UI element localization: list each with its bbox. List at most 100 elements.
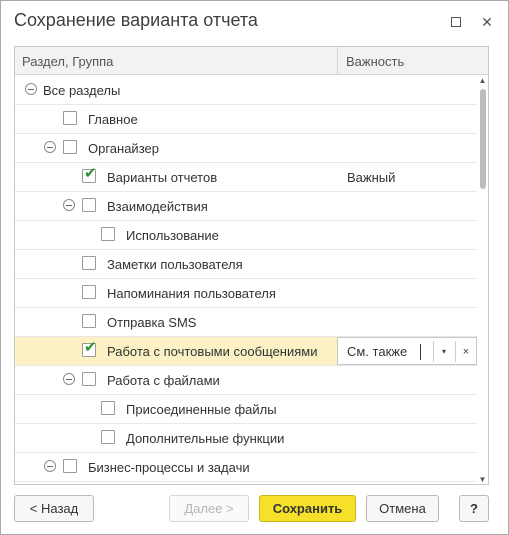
back-button[interactable]: < Назад bbox=[14, 495, 94, 522]
importance-cell[interactable]: Важный bbox=[337, 163, 477, 191]
next-button[interactable]: Далее > bbox=[169, 495, 249, 522]
section-cell[interactable]: ✔ Варианты отчетов bbox=[15, 163, 337, 191]
vertical-scrollbar[interactable]: ▲ ▼ bbox=[477, 75, 488, 484]
section-cell[interactable]: Взаимодействия bbox=[15, 192, 337, 220]
importance-cell[interactable] bbox=[337, 366, 477, 394]
section-cell[interactable]: ✔ Работа с почтовыми сообщениями bbox=[15, 337, 337, 365]
importance-cell[interactable] bbox=[337, 453, 477, 481]
importance-cell[interactable] bbox=[337, 105, 477, 133]
row-checkbox[interactable] bbox=[82, 198, 96, 212]
scroll-thumb[interactable] bbox=[480, 89, 486, 189]
row-checkbox[interactable] bbox=[82, 285, 96, 299]
table-row[interactable]: Работа с файлами bbox=[15, 366, 477, 395]
collapse-toggle-icon[interactable] bbox=[63, 199, 75, 211]
table-row[interactable]: Отправка SMS bbox=[15, 308, 477, 337]
dropdown-button[interactable]: ▾ bbox=[436, 341, 452, 362]
importance-cell[interactable] bbox=[337, 424, 477, 452]
table-row-selected[interactable]: ✔ Работа с почтовыми сообщениями См. так… bbox=[15, 337, 477, 366]
row-checkbox[interactable] bbox=[63, 111, 77, 125]
table-row[interactable]: Все разделы bbox=[15, 76, 477, 105]
importance-cell[interactable] bbox=[337, 395, 477, 423]
row-label: Органайзер bbox=[88, 141, 159, 156]
row-label: Бизнес-процессы и задачи bbox=[88, 460, 250, 475]
importance-value: Важный bbox=[347, 170, 396, 185]
row-checkbox[interactable] bbox=[82, 314, 96, 328]
checkmark-icon: ✔ bbox=[84, 339, 97, 356]
importance-edit-field[interactable]: См. также ▾ × bbox=[337, 337, 477, 365]
grid-header: Раздел, Группа Важность bbox=[15, 47, 488, 75]
table-row[interactable]: Органайзер bbox=[15, 134, 477, 163]
importance-cell[interactable] bbox=[337, 76, 477, 104]
text-caret bbox=[420, 344, 421, 360]
collapse-toggle-icon[interactable] bbox=[25, 83, 37, 95]
importance-cell[interactable] bbox=[337, 279, 477, 307]
column-divider[interactable] bbox=[337, 47, 338, 74]
close-button[interactable]: ✕ bbox=[478, 13, 496, 31]
dialog-title: Сохранение варианта отчета bbox=[14, 10, 258, 30]
row-label: Напоминания пользователя bbox=[107, 286, 276, 301]
importance-cell[interactable] bbox=[337, 134, 477, 162]
table-row[interactable]: Взаимодействия bbox=[15, 192, 477, 221]
collapse-toggle-icon[interactable] bbox=[63, 373, 75, 385]
scroll-up-arrow-icon[interactable]: ▲ bbox=[477, 75, 488, 85]
save-button[interactable]: Сохранить bbox=[259, 495, 356, 522]
clear-button[interactable]: × bbox=[458, 341, 474, 362]
importance-cell[interactable] bbox=[337, 221, 477, 249]
section-cell[interactable]: Присоединенные файлы bbox=[15, 395, 337, 423]
row-checkbox[interactable] bbox=[101, 430, 115, 444]
row-label: Использование bbox=[126, 228, 219, 243]
row-checkbox[interactable] bbox=[82, 372, 96, 386]
help-button[interactable]: ? bbox=[459, 495, 489, 522]
section-cell[interactable]: Заметки пользователя bbox=[15, 250, 337, 278]
collapse-toggle-icon[interactable] bbox=[44, 460, 56, 472]
section-cell[interactable]: Бизнес-процессы и задачи bbox=[15, 453, 337, 481]
section-cell[interactable]: Дополнительные функции bbox=[15, 424, 337, 452]
section-cell[interactable]: Напоминания пользователя bbox=[15, 279, 337, 307]
importance-cell[interactable] bbox=[337, 308, 477, 336]
importance-cell[interactable] bbox=[337, 192, 477, 220]
importance-cell[interactable] bbox=[337, 250, 477, 278]
clear-icon: × bbox=[462, 345, 470, 358]
row-label: Взаимодействия bbox=[107, 199, 208, 214]
table-row[interactable]: Присоединенные файлы bbox=[15, 395, 477, 424]
table-row[interactable]: ✔ Варианты отчетов Важный bbox=[15, 163, 477, 192]
row-checkbox[interactable] bbox=[63, 140, 77, 154]
row-checkbox[interactable] bbox=[82, 256, 96, 270]
title-bar: Сохранение варианта отчета ✕ bbox=[1, 1, 508, 43]
importance-input-value[interactable]: См. также bbox=[347, 344, 407, 359]
table-row[interactable]: Напоминания пользователя bbox=[15, 279, 477, 308]
row-checkbox[interactable] bbox=[101, 401, 115, 415]
maximize-button[interactable] bbox=[447, 13, 465, 31]
table-row[interactable]: Дополнительные функции bbox=[15, 424, 477, 453]
checkmark-icon: ✔ bbox=[84, 165, 97, 182]
importance-cell[interactable]: См. также ▾ × bbox=[337, 337, 477, 365]
section-cell[interactable]: Использование bbox=[15, 221, 337, 249]
row-checkbox[interactable]: ✔ bbox=[82, 339, 97, 357]
row-label: Дополнительные функции bbox=[126, 431, 285, 446]
row-label: Все разделы bbox=[43, 83, 121, 98]
section-cell[interactable]: Главное bbox=[15, 105, 337, 133]
close-icon: ✕ bbox=[481, 13, 493, 30]
row-label: Отправка SMS bbox=[107, 315, 197, 330]
section-cell[interactable]: Все разделы bbox=[15, 76, 337, 104]
collapse-toggle-icon[interactable] bbox=[44, 141, 56, 153]
section-cell[interactable]: Отправка SMS bbox=[15, 308, 337, 336]
row-label: Работа с файлами bbox=[107, 373, 220, 388]
maximize-icon bbox=[451, 17, 461, 27]
scroll-down-arrow-icon[interactable]: ▼ bbox=[477, 474, 488, 484]
table-row[interactable]: Главное bbox=[15, 105, 477, 134]
section-cell[interactable]: Органайзер bbox=[15, 134, 337, 162]
table-row[interactable]: Бизнес-процессы и задачи bbox=[15, 453, 477, 482]
row-checkbox[interactable] bbox=[101, 227, 115, 241]
section-cell[interactable]: Работа с файлами bbox=[15, 366, 337, 394]
table-row[interactable]: Использование bbox=[15, 221, 477, 250]
cancel-button[interactable]: Отмена bbox=[366, 495, 439, 522]
row-checkbox[interactable]: ✔ bbox=[82, 165, 97, 183]
field-divider bbox=[455, 341, 456, 362]
row-label: Главное bbox=[88, 112, 138, 127]
table-row[interactable]: Заметки пользователя bbox=[15, 250, 477, 279]
row-checkbox[interactable] bbox=[63, 459, 77, 473]
row-label: Заметки пользователя bbox=[107, 257, 243, 272]
column-header-importance[interactable]: Важность bbox=[346, 54, 404, 69]
column-header-section[interactable]: Раздел, Группа bbox=[22, 54, 113, 69]
